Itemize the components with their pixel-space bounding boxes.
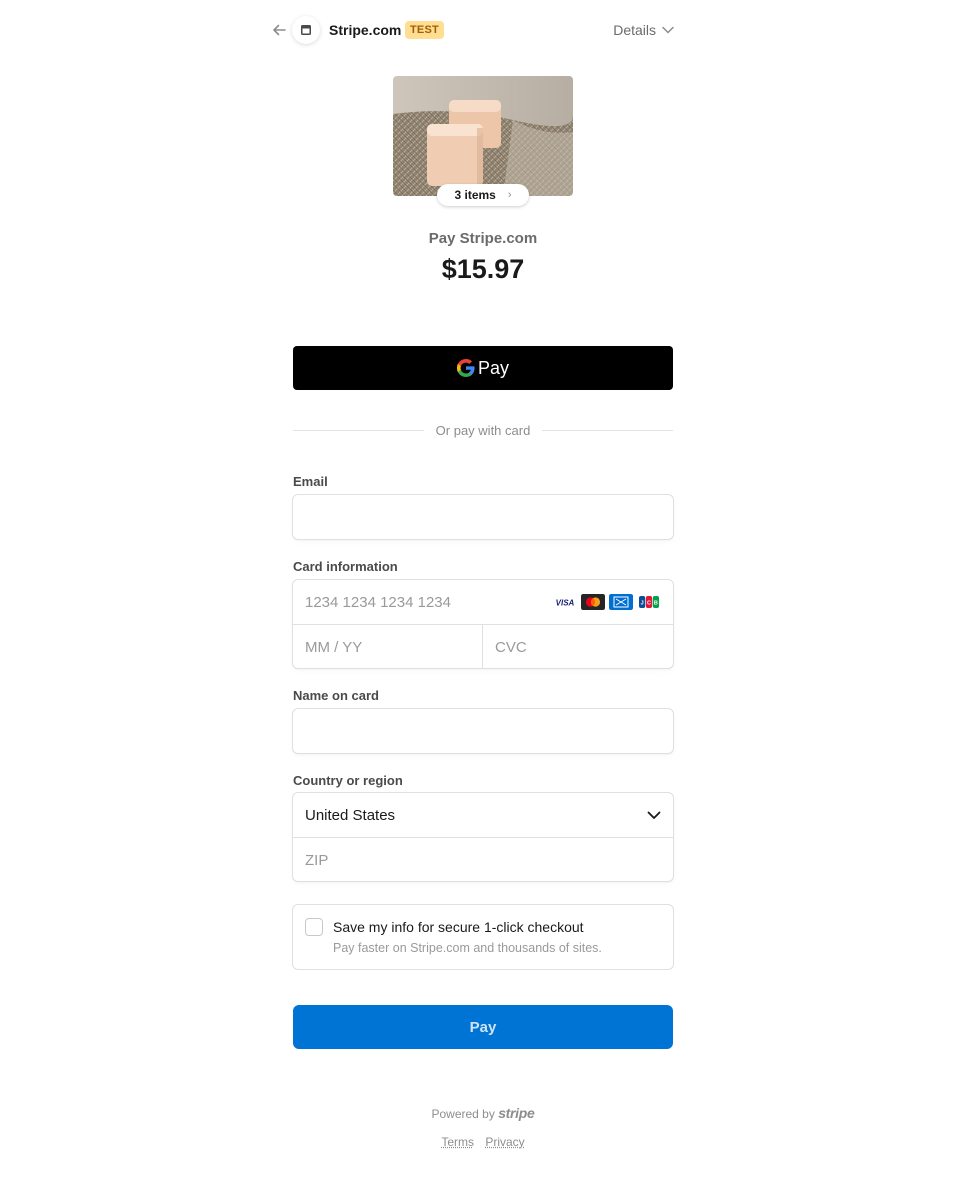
google-pay-label: Pay — [477, 357, 510, 378]
card-expiry-input[interactable] — [293, 625, 482, 669]
save-info-subtitle: Pay faster on Stripe.com and thousands o… — [333, 941, 602, 955]
card-brands: VISA J C B — [553, 594, 661, 610]
pay-with-card-divider: Or pay with card — [293, 421, 673, 441]
divider-line-right — [542, 430, 673, 431]
visa-icon: VISA — [553, 594, 577, 610]
chevron-right-icon: › — [507, 189, 512, 201]
details-label: Details — [613, 22, 656, 38]
svg-text:B: B — [654, 601, 658, 607]
card-number-row: VISA J C B — [293, 580, 673, 624]
name-on-card-field[interactable] — [293, 709, 673, 753]
pay-button[interactable]: Pay — [293, 1005, 673, 1049]
pay-to-merchant: Pay Stripe.com — [428, 230, 538, 247]
card-info-label: Card information — [293, 559, 398, 574]
card-cvc-input[interactable] — [483, 625, 673, 669]
expiry-cell — [293, 625, 483, 669]
email-field-wrapper — [292, 494, 674, 540]
back-arrow-icon[interactable] — [270, 21, 288, 39]
items-count-button[interactable]: 3 items › — [437, 184, 529, 206]
chevron-down-icon — [647, 811, 661, 819]
card-expiry-cvc-row — [293, 624, 673, 669]
chevron-down-icon — [662, 26, 674, 34]
svg-text:VISA: VISA — [556, 599, 575, 608]
total-amount: $15.97 — [441, 254, 525, 284]
store-icon — [301, 25, 311, 35]
merchant-logo — [292, 16, 320, 44]
cvc-cell — [483, 625, 673, 669]
email-field[interactable] — [293, 495, 673, 539]
items-count-label: 3 items — [454, 188, 496, 202]
google-g-icon — [456, 359, 475, 377]
jcb-icon: J C B — [637, 594, 661, 610]
powered-by-text: Powered by — [431, 1107, 495, 1121]
svg-text:C: C — [647, 601, 651, 607]
country-label: Country or region — [293, 773, 403, 788]
svg-text:J: J — [641, 601, 644, 607]
google-pay-button[interactable]: Pay — [293, 346, 673, 390]
checkout-header: Stripe.com TEST Details — [268, 14, 676, 46]
country-selected-value: United States — [305, 806, 396, 824]
privacy-link[interactable]: Privacy — [485, 1135, 524, 1149]
save-info-checkbox[interactable] — [305, 918, 323, 936]
name-on-card-label: Name on card — [293, 688, 379, 703]
mastercard-icon — [581, 594, 605, 610]
country-select[interactable]: United States — [293, 793, 673, 837]
zip-input[interactable] — [293, 838, 673, 882]
card-info-group: VISA J C B — [292, 579, 674, 669]
name-on-card-wrapper — [292, 708, 674, 754]
powered-by-stripe[interactable]: Powered by stripe — [0, 1105, 966, 1121]
terms-link[interactable]: Terms — [441, 1135, 474, 1149]
details-toggle[interactable]: Details — [613, 22, 674, 38]
save-info-box: Save my info for secure 1-click checkout… — [292, 904, 674, 970]
test-mode-badge: TEST — [405, 21, 444, 39]
footer-links: Terms Privacy — [0, 1135, 966, 1149]
save-info-title: Save my info for secure 1-click checkout — [333, 919, 584, 935]
amex-icon — [609, 594, 633, 610]
stripe-logo: stripe — [498, 1105, 535, 1121]
merchant-name: Stripe.com — [329, 22, 402, 38]
country-zip-group: United States — [292, 792, 674, 882]
product-image — [393, 76, 573, 196]
email-label: Email — [293, 474, 328, 489]
zip-row — [293, 837, 673, 882]
